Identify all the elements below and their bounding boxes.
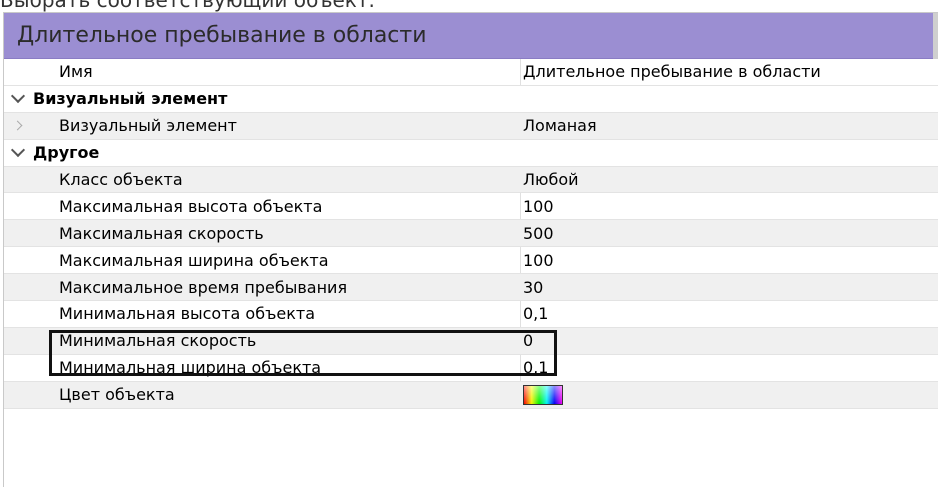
property-value[interactable]: 0,1: [520, 358, 938, 377]
property-name: Максимальное время пребывания: [59, 277, 348, 297]
chevron-down-icon[interactable]: [10, 142, 25, 157]
property-value[interactable]: Любой: [520, 170, 938, 189]
property-value[interactable]: Длительное пребывание в области: [520, 62, 938, 81]
property-row-min-height[interactable]: Минимальная высота объекта 0,1: [4, 301, 938, 328]
category-name: Визуальный элемент: [33, 89, 228, 109]
property-name: Класс объекта: [59, 170, 183, 189]
property-name: Максимальная высота объекта: [59, 196, 323, 216]
property-name: Минимальная высота объекта: [59, 304, 316, 324]
property-value[interactable]: 0: [520, 331, 938, 350]
property-row-min-width[interactable]: Минимальная ширина объекта 0,1: [4, 355, 938, 382]
category-row-visual-element[interactable]: Визуальный элемент: [4, 85, 938, 113]
property-row-name[interactable]: Имя Длительное пребывание в области: [4, 59, 938, 86]
property-row-max-dwell-time[interactable]: Максимальное время пребывания 30: [4, 274, 938, 302]
header-scroll-edge: [933, 13, 938, 59]
property-value[interactable]: [520, 384, 938, 405]
property-row-visual-element[interactable]: Визуальный элемент Ломаная: [4, 112, 938, 140]
property-row-min-speed[interactable]: Минимальная скорость 0: [4, 327, 938, 355]
chevron-right-icon[interactable]: [12, 120, 23, 131]
category-name: Другое: [33, 143, 100, 163]
property-row-max-width[interactable]: Максимальная ширина объекта 100: [4, 247, 938, 275]
property-name: Максимальная скорость: [59, 223, 264, 243]
panel-header: Длительное пребывание в области: [4, 13, 938, 59]
color-swatch-icon[interactable]: [523, 384, 563, 405]
property-row-object-class[interactable]: Класс объекта Любой: [4, 166, 938, 194]
property-value[interactable]: 100: [520, 197, 938, 216]
panel-title: Длительное пребывание в области: [17, 23, 427, 48]
property-row-max-height[interactable]: Максимальная высота объекта 100: [4, 193, 938, 221]
property-name: Максимальная ширина объекта: [59, 250, 329, 270]
property-value[interactable]: 30: [520, 278, 938, 297]
property-name: Цвет объекта: [59, 385, 175, 405]
property-name: Минимальная скорость: [59, 331, 257, 351]
property-rows: Имя Длительное пребывание в области Визу…: [4, 59, 938, 409]
property-row-max-speed[interactable]: Максимальная скорость 500: [4, 220, 938, 248]
property-value[interactable]: 100: [520, 251, 938, 270]
property-value[interactable]: 0,1: [520, 304, 938, 323]
property-name: Имя: [59, 62, 93, 82]
property-value[interactable]: 500: [520, 224, 938, 243]
category-row-other[interactable]: Другое: [4, 139, 938, 167]
property-value[interactable]: Ломаная: [520, 116, 938, 135]
chevron-down-icon[interactable]: [10, 88, 25, 103]
property-name: Минимальная ширина объекта: [59, 358, 322, 378]
property-grid: Длительное пребывание в области Имя Длит…: [3, 12, 938, 487]
property-row-object-color[interactable]: Цвет объекта: [4, 381, 938, 409]
property-name: Визуальный элемент: [59, 116, 237, 136]
